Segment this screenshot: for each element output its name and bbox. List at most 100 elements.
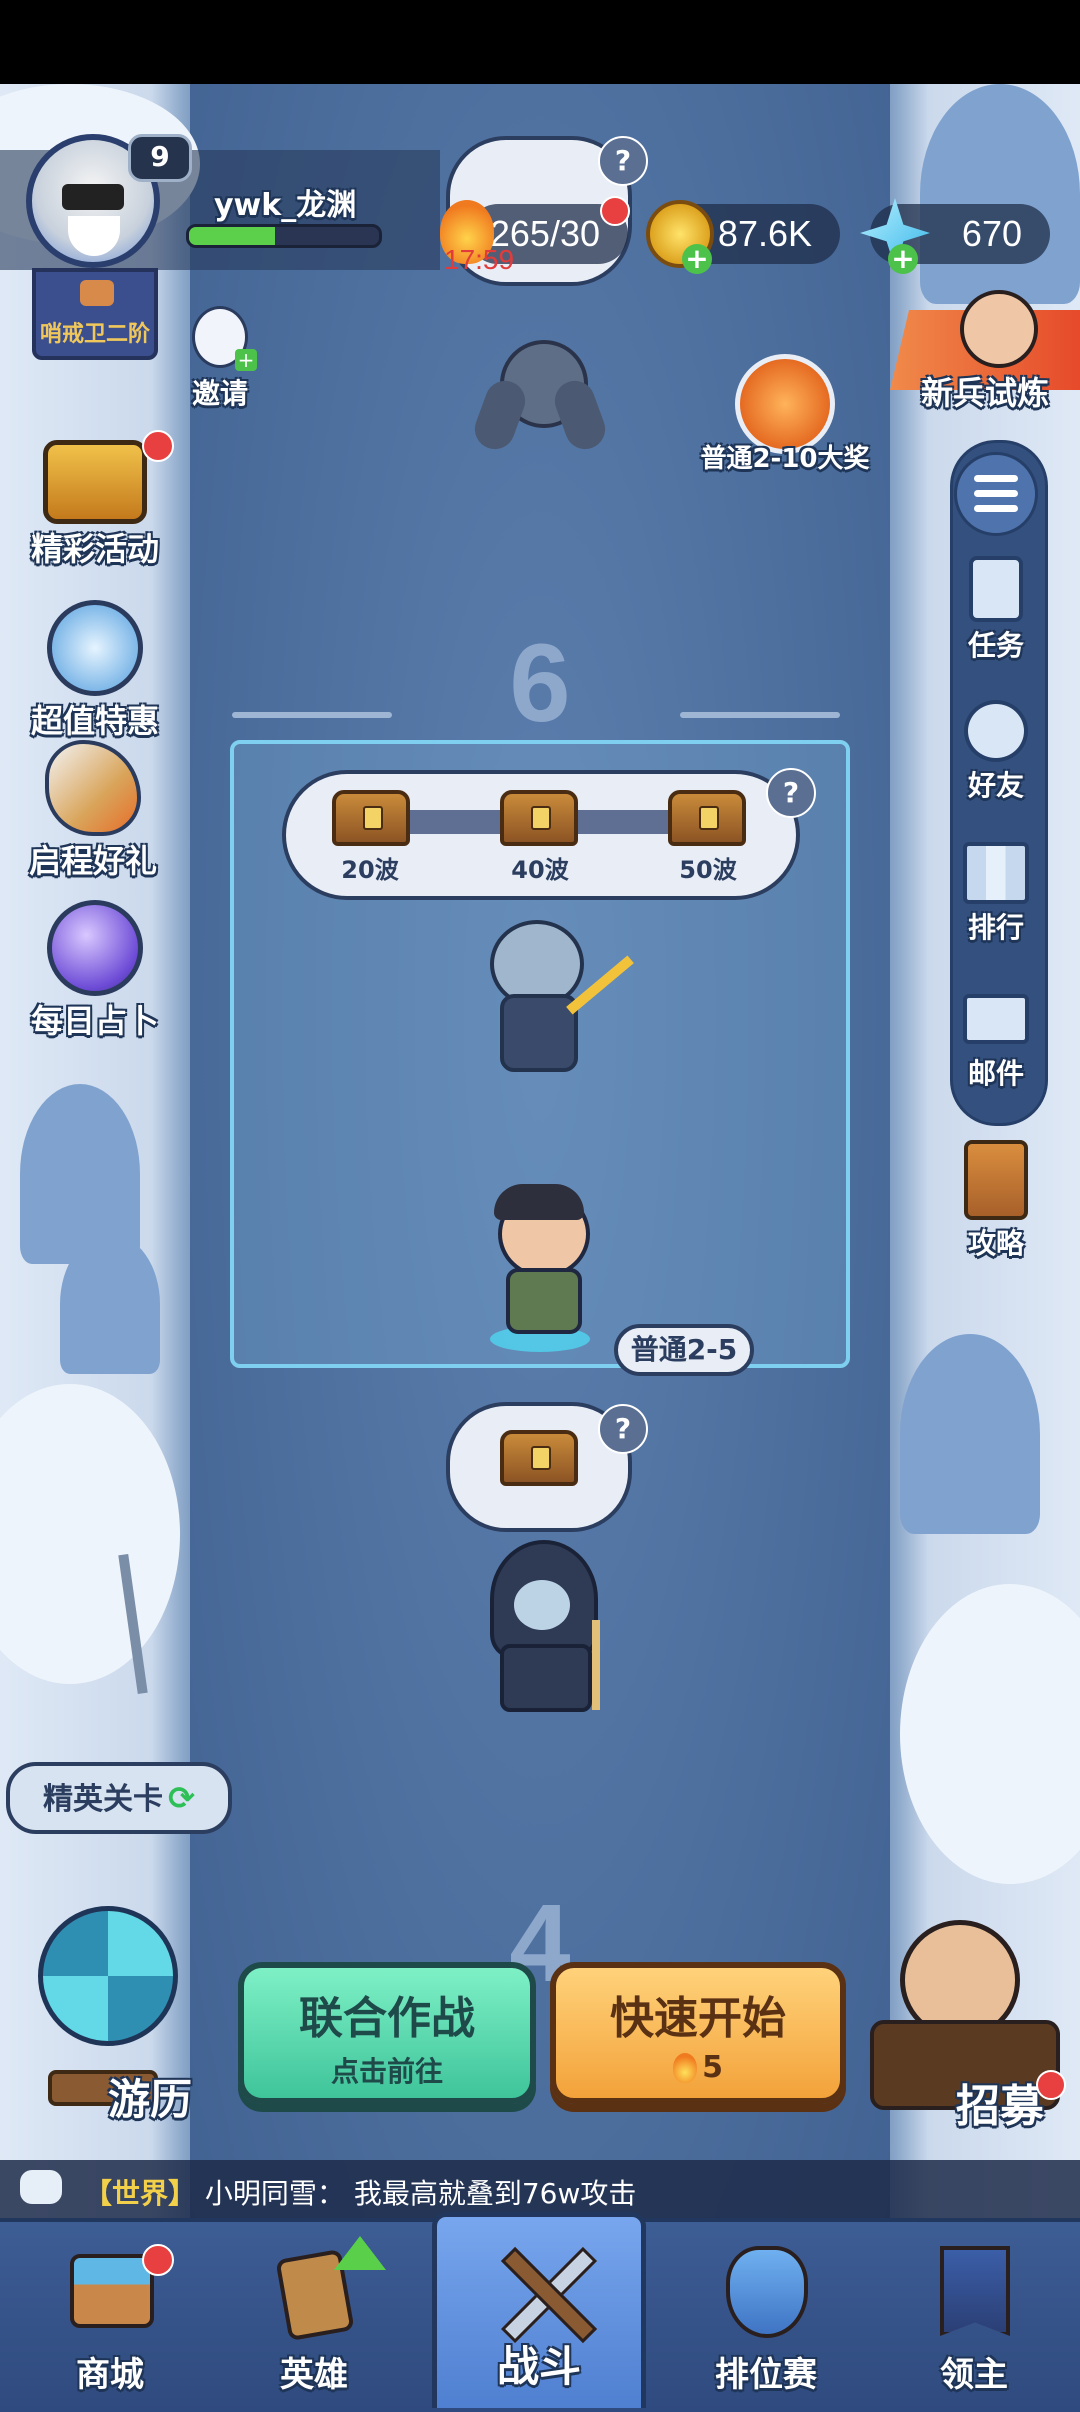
snow-bank [900,1584,1080,1884]
daily-fortune-button[interactable]: 每日占卜 [20,900,170,1042]
rank-badge-banner[interactable]: 哨戒卫二阶 [32,268,158,360]
crossed-weapons-icon [489,2237,599,2347]
chat-bubble-icon [20,2170,62,2204]
nav-shop[interactable]: 商城 [30,2218,190,2408]
friends-button[interactable]: 好友 [954,700,1038,804]
gold-value: 87.6K [717,213,812,254]
guide-book-icon [964,1140,1028,1220]
grand-prize-label: 普通2-10大奖 [700,444,870,474]
hamburger-menu-icon [954,452,1038,536]
snow-bank [0,1384,180,1684]
chat-channel: 【世界】 [84,2177,197,2210]
quick-start-title: 快速开始 [610,1993,786,2044]
griffin-icon [45,740,141,836]
quick-start-cost: 5 [702,2050,723,2085]
coop-battle-title: 联合作战 [299,1993,475,2044]
deals-button[interactable]: 超值特惠 [20,600,170,742]
notification-dot [1036,2070,1066,2100]
help-icon[interactable]: ? [598,136,648,186]
recruit-label: 招募 [956,2081,1044,2132]
coop-battle-button[interactable]: 联合作战 点击前往 [238,1962,536,2104]
divider-line [232,712,392,718]
notification-dot [142,430,174,462]
wave-reward-chest-icon[interactable] [500,790,578,846]
current-stage-tag: 普通2-5 [614,1324,754,1376]
menu-button[interactable] [954,438,1038,536]
tasks-button[interactable]: 任务 [954,556,1038,664]
status-bar [0,0,1080,84]
stamina-timer: 17:59 [444,244,515,275]
mail-button[interactable]: 邮件 [954,994,1038,1092]
nav-battle[interactable]: 战斗 [432,2212,646,2408]
deals-label: 超值特惠 [30,702,159,740]
elite-levels-button[interactable]: 精英关卡 ⟳ [6,1762,232,1834]
nav-lord-label: 领主 [940,2355,1008,2395]
recruit-trial-label: 新兵试炼 [920,374,1049,412]
world-chat-bar[interactable]: 【世界】 小明同雪： 我最高就叠到76w攻击 [0,2160,1080,2218]
divider-line [680,712,840,718]
nav-battle-label: 战斗 [496,2342,581,2391]
treasure-chest-icon [43,440,147,524]
grand-prize-button[interactable]: 普通2-10大奖 [690,354,880,475]
add-gold-plus-icon[interactable]: + [682,244,712,274]
podium-icon [963,842,1029,904]
wave-reward-chest-icon[interactable] [332,790,410,846]
clipboard-icon [969,556,1023,622]
xp-bar [186,224,382,248]
player-hero-sprite [480,1184,600,1352]
quick-start-button[interactable]: 快速开始 5 [550,1962,846,2104]
invite-label: 邀请 [191,377,248,410]
nav-heroes[interactable]: 英雄 [234,2218,394,2408]
leaderboard-label: 排行 [967,911,1024,944]
stamina-flame-icon [673,2052,698,2083]
hot-air-balloon-icon [38,1906,178,2046]
rank-badge-label: 哨戒卫二阶 [39,322,150,347]
player-level-badge: 9 [128,134,192,182]
gem-value: 670 [961,213,1022,254]
add-gem-plus-icon[interactable]: + [888,244,918,274]
elite-levels-label: 精英关卡 [43,1782,164,1817]
xp-bar-fill [189,227,275,245]
leaderboard-button[interactable]: 排行 [954,842,1038,946]
guide-label: 攻略 [967,1227,1024,1260]
wave-label: 20波 [341,856,399,884]
events-label: 精彩活动 [30,530,159,568]
journey-gift-button[interactable]: 启程好礼 [18,740,168,882]
nav-lord[interactable]: 领主 [894,2218,1054,2408]
guide-button[interactable]: 攻略 [954,1140,1038,1262]
notification-dot [142,2244,174,2276]
nav-ranked-label: 排位赛 [715,2355,817,2395]
mail-label: 邮件 [967,1057,1024,1090]
stage-number-upper: 6 [509,622,571,745]
tasks-label: 任务 [967,629,1024,662]
travel-label: 游历 [108,2075,193,2124]
flying-enemy-sprite [469,330,611,460]
wave-reward-chest-icon[interactable] [668,790,746,846]
player-name: ywk_龙渊 [214,188,357,223]
stopwatch-icon [47,600,143,696]
nav-heroes-label: 英雄 [280,2355,348,2395]
friends-icon [964,700,1028,762]
events-button[interactable]: 精彩活动 [20,440,170,570]
nav-ranked[interactable]: 排位赛 [686,2218,846,2408]
chat-message: 我最高就叠到76w攻击 [353,2177,637,2210]
snowman-invite-icon: + [192,306,257,371]
help-icon[interactable]: ? [766,768,816,818]
chat-sender: 小明同雪： [204,2177,345,2210]
invite-button[interactable]: + 邀请 [180,306,260,412]
shop-icon [70,2254,154,2328]
travel-button[interactable]: 游历 [8,1906,208,2136]
help-icon[interactable]: ? [598,1404,648,1454]
recruit-button[interactable]: 招募 [860,1920,1080,2140]
stage-reward-chest-icon[interactable] [500,1430,578,1486]
journey-gift-label: 启程好礼 [28,842,157,880]
trial-hero-portrait [960,290,1038,368]
refresh-icon: ⟳ [168,1779,195,1817]
recruit-trial-button[interactable]: 新兵试炼 [890,290,1080,412]
wave-label: 50波 [679,856,737,884]
enemy-boss-sprite [470,910,634,1080]
nav-shop-label: 商城 [76,2355,144,2395]
daily-fortune-label: 每日占卜 [30,1002,159,1040]
lord-banner-icon [940,2246,1010,2336]
coop-battle-subtitle: 点击前往 [330,2055,443,2088]
